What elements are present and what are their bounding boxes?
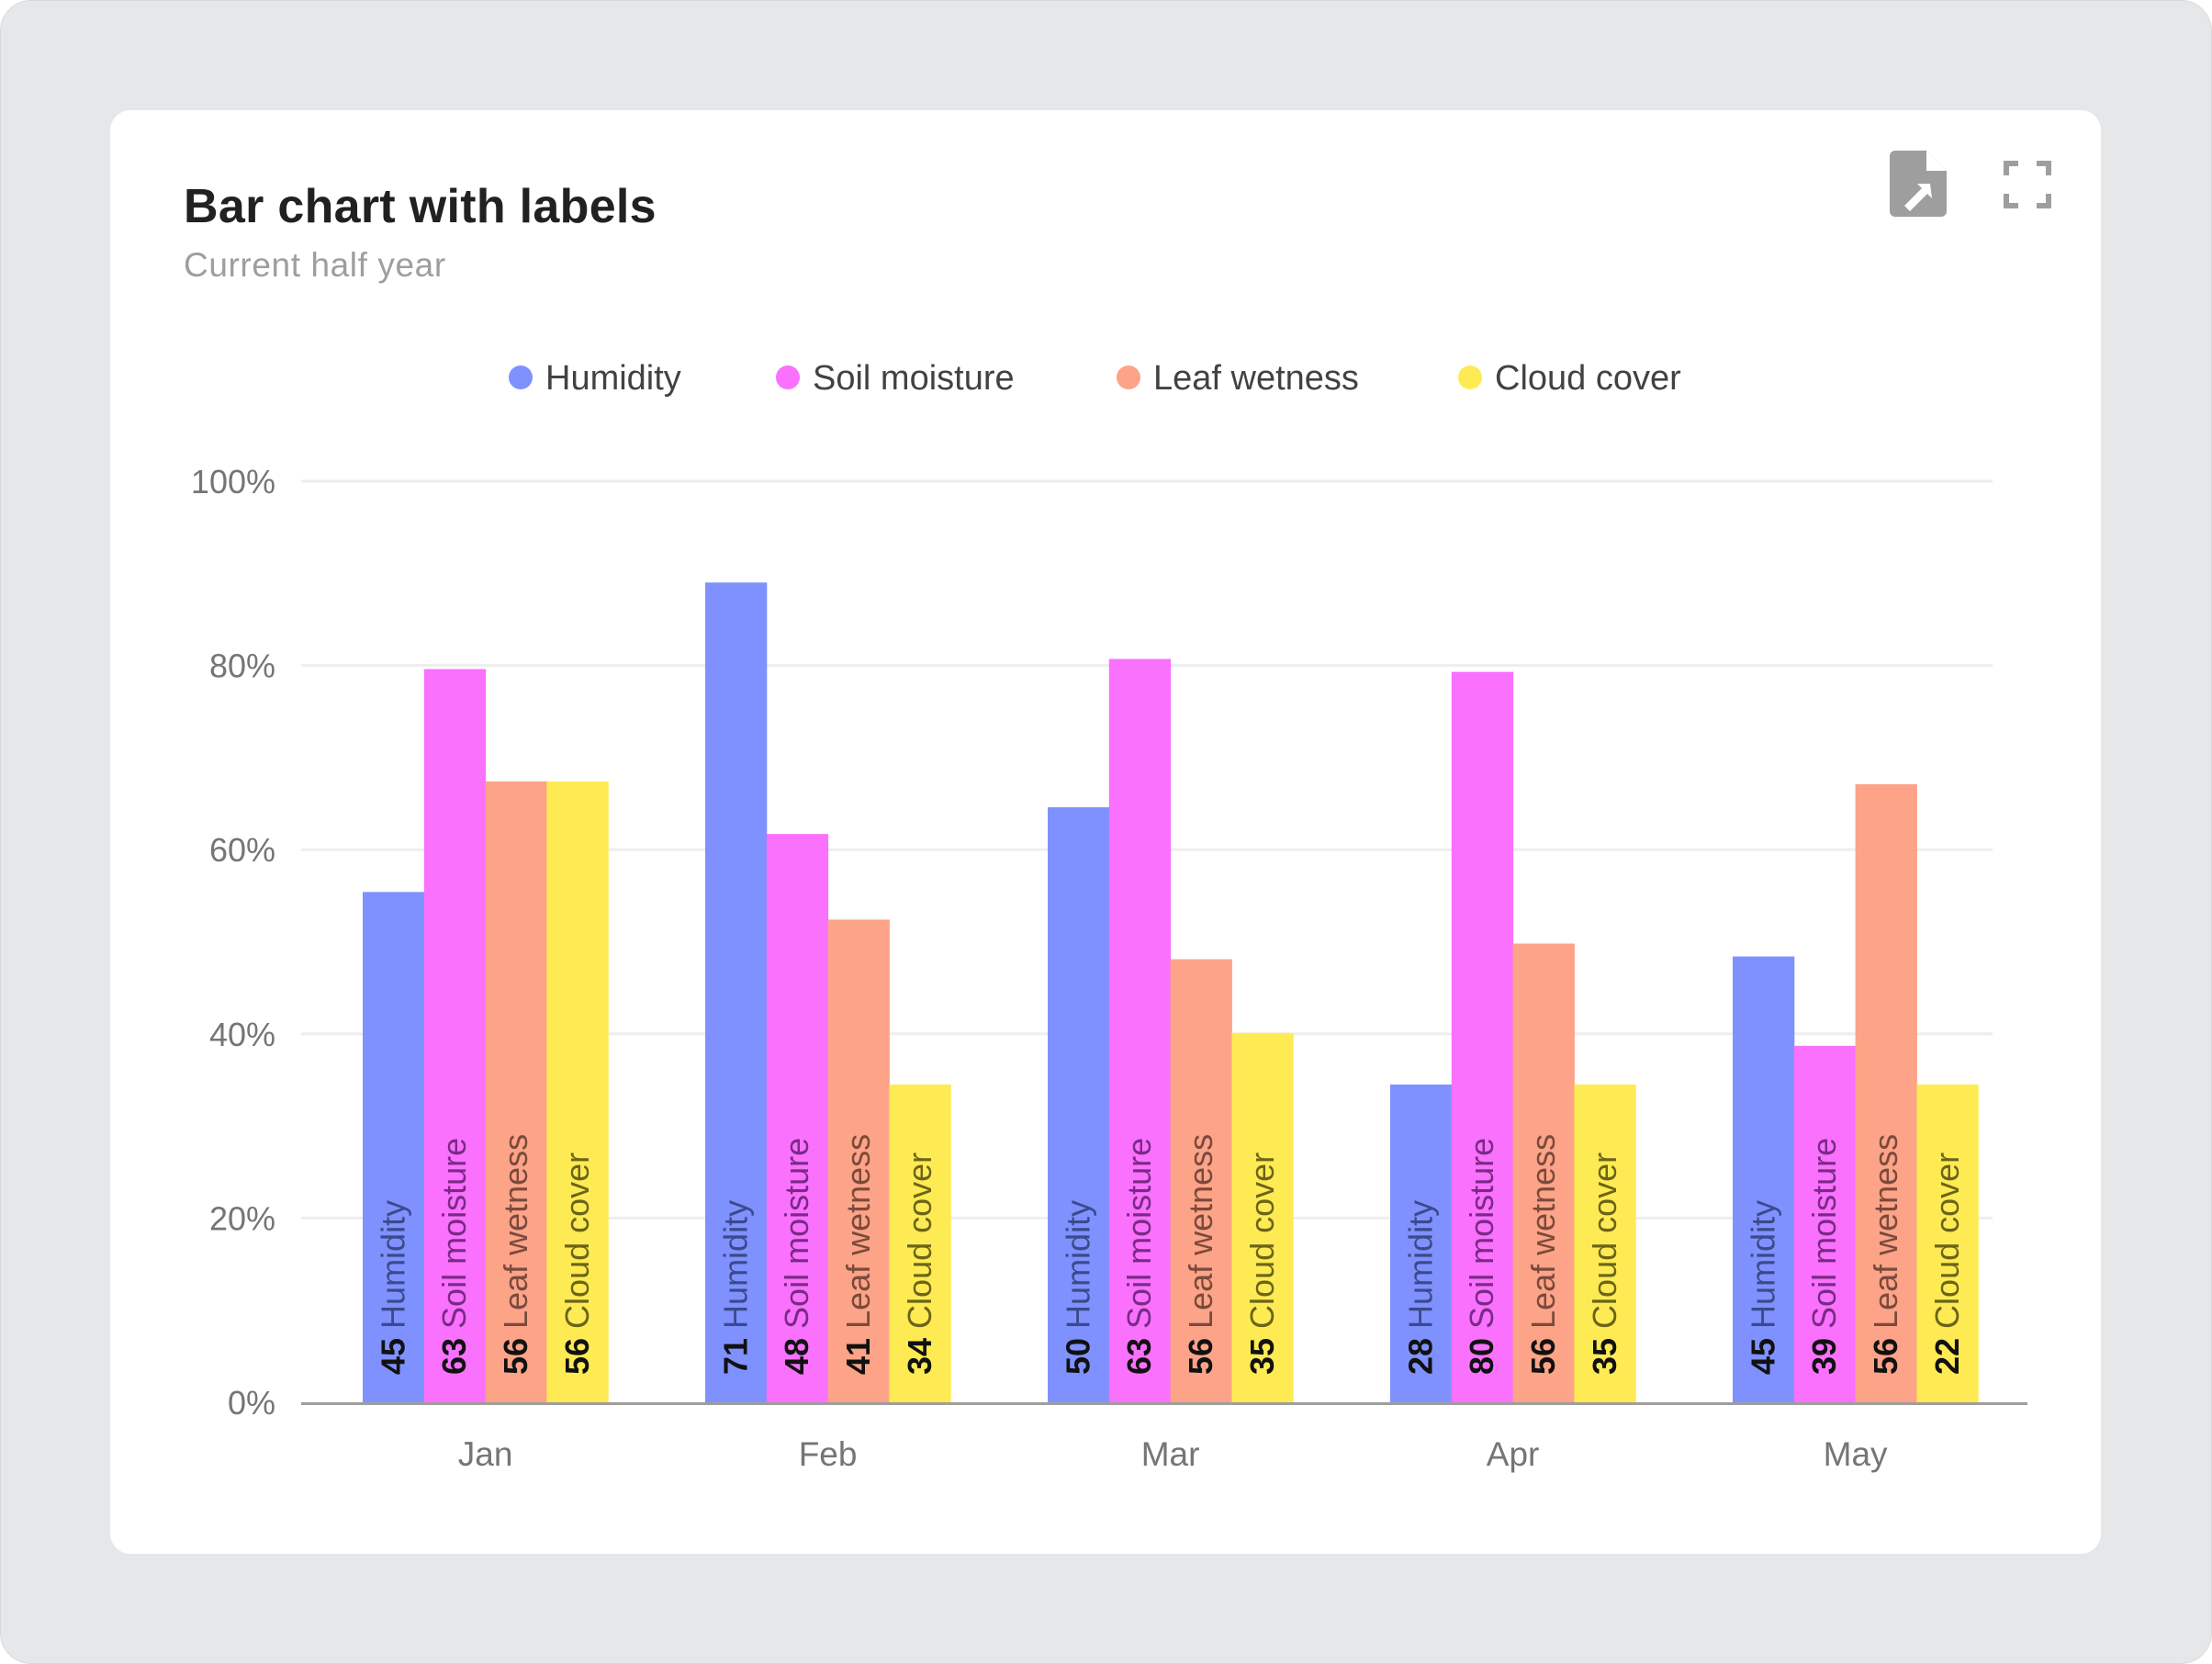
bar-data-label: 71 Humidity — [716, 1200, 754, 1375]
bar-may-humidity[interactable] — [1733, 956, 1795, 1402]
y-tick-label: 80% — [209, 647, 275, 685]
bar-data-label: 41 Leaf wetness — [839, 1134, 877, 1375]
legend-swatch — [776, 365, 800, 389]
bar-data-label: 50 Humidity — [1059, 1200, 1096, 1375]
bar-value: 56 — [1182, 1338, 1219, 1375]
bar-series-name: Cloud cover — [1586, 1152, 1623, 1329]
bar-data-label: 22 Cloud cover — [1928, 1152, 1966, 1375]
bar-value: 56 — [558, 1338, 596, 1375]
bar-data-label: 34 Cloud cover — [901, 1152, 938, 1375]
y-tick-label: 40% — [209, 1016, 275, 1053]
bar-value: 80 — [1463, 1338, 1500, 1375]
bar-data-label: 56 Leaf wetness — [1524, 1134, 1562, 1375]
bar-data-label: 35 Cloud cover — [1586, 1152, 1623, 1375]
legend-item-soil-moisture[interactable]: Soil moisture — [776, 359, 1015, 398]
bar-series-name: Soil moisture — [1463, 1138, 1500, 1329]
y-axis: 0% 20% 40% 60% 80% 100% — [191, 463, 275, 1422]
bars — [363, 582, 1979, 1402]
bar-value: 56 — [1524, 1338, 1562, 1375]
legend-swatch — [1458, 365, 1482, 389]
chart-legend: Humidity Soil moisture Leaf wetness Cloud c… — [509, 359, 1681, 398]
bar-series-name: Humidity — [1744, 1200, 1781, 1329]
bar-data-label: 35 Cloud cover — [1243, 1152, 1281, 1375]
legend-swatch — [509, 365, 533, 389]
bar-data-label: 63 Soil moisture — [435, 1138, 473, 1375]
bar-series-name: Humidity — [1401, 1200, 1439, 1329]
bar-data-label: 56 Leaf wetness — [1182, 1134, 1219, 1375]
bar-value: 48 — [778, 1338, 815, 1375]
x-axis: Jan Feb Mar Apr May — [458, 1435, 1888, 1473]
bar-chart: Humidity Soil moisture Leaf wetness Cloud c… — [191, 359, 2027, 1473]
bar-series-name: Soil moisture — [778, 1138, 815, 1329]
bar-value: 56 — [1867, 1338, 1904, 1375]
bar-value: 39 — [1805, 1338, 1843, 1375]
y-tick-label: 60% — [209, 831, 275, 869]
legend-label: Leaf wetness — [1153, 359, 1359, 398]
x-tick-label: May — [1824, 1435, 1888, 1473]
bar-value: 35 — [1586, 1338, 1623, 1375]
x-tick-label: Mar — [1141, 1435, 1200, 1473]
bar-value: 35 — [1243, 1338, 1281, 1375]
x-tick-label: Apr — [1487, 1435, 1540, 1473]
bar-series-name: Cloud cover — [1243, 1152, 1281, 1329]
bar-data-label: 56 Leaf wetness — [1867, 1134, 1904, 1375]
bar-data-label: 48 Soil moisture — [778, 1138, 815, 1375]
bar-data-label: 56 Leaf wetness — [497, 1134, 534, 1375]
bar-value: 63 — [1120, 1338, 1158, 1375]
legend-label: Soil moisture — [813, 359, 1015, 398]
bar-series-name: Cloud cover — [558, 1152, 596, 1329]
x-tick-label: Feb — [799, 1435, 858, 1473]
bar-value: 34 — [901, 1338, 938, 1375]
bar-series-name: Leaf wetness — [1524, 1134, 1562, 1329]
legend-item-cloud-cover[interactable]: Cloud cover — [1458, 359, 1681, 398]
bar-series-name: Leaf wetness — [1867, 1134, 1904, 1329]
bar-data-label: 80 Soil moisture — [1463, 1138, 1500, 1375]
legend-item-leaf-wetness[interactable]: Leaf wetness — [1117, 359, 1359, 398]
bar-value: 41 — [839, 1338, 877, 1375]
bar-value: 45 — [374, 1338, 411, 1375]
bar-data-label: 63 Soil moisture — [1120, 1138, 1158, 1375]
legend-label: Humidity — [545, 359, 681, 398]
bar-data-label: 56 Cloud cover — [558, 1152, 596, 1375]
bar-value: 56 — [497, 1338, 534, 1375]
bar-data-label: 45 Humidity — [374, 1200, 411, 1375]
bar-series-name: Humidity — [1059, 1200, 1096, 1329]
bar-data-label: 28 Humidity — [1401, 1200, 1439, 1375]
bar-series-name: Cloud cover — [1928, 1152, 1966, 1329]
bar-data-label: 39 Soil moisture — [1805, 1138, 1843, 1375]
bar-data-label: 45 Humidity — [1744, 1200, 1781, 1375]
x-tick-label: Jan — [458, 1435, 513, 1473]
bar-series-name: Cloud cover — [901, 1152, 938, 1329]
bar-value: 45 — [1744, 1338, 1781, 1375]
legend-label: Cloud cover — [1495, 359, 1681, 398]
legend-item-humidity[interactable]: Humidity — [509, 359, 681, 398]
bar-series-name: Soil moisture — [435, 1138, 473, 1329]
legend-swatch — [1117, 365, 1140, 389]
bar-series-name: Leaf wetness — [1182, 1134, 1219, 1329]
bar-series-name: Humidity — [374, 1200, 411, 1329]
bar-series-name: Soil moisture — [1120, 1138, 1158, 1329]
bar-value: 50 — [1059, 1338, 1096, 1375]
bar-series-name: Soil moisture — [1805, 1138, 1843, 1329]
bar-series-name: Humidity — [716, 1200, 754, 1329]
bar-series-name: Leaf wetness — [497, 1134, 534, 1329]
bar-series-name: Leaf wetness — [839, 1134, 877, 1329]
bar-value: 63 — [435, 1338, 473, 1375]
y-tick-label: 20% — [209, 1199, 275, 1237]
bar-value: 71 — [716, 1338, 754, 1375]
bar-value: 22 — [1928, 1338, 1966, 1375]
y-tick-label: 0% — [228, 1384, 275, 1422]
bar-value: 28 — [1401, 1338, 1439, 1375]
y-tick-label: 100% — [191, 463, 275, 500]
